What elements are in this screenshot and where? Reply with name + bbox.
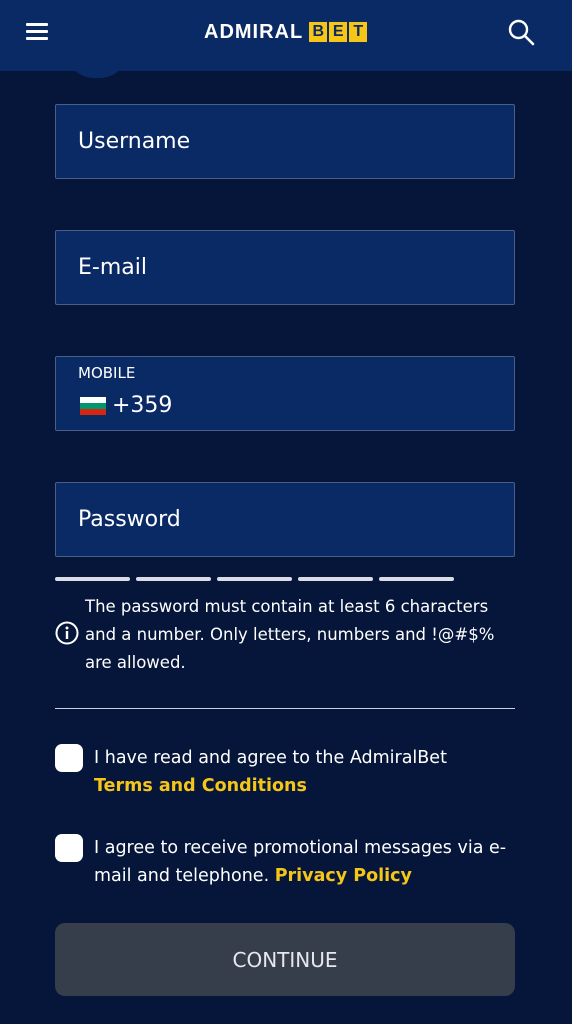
terms-text: I have read and agree to the AdmiralBet — [94, 748, 447, 768]
password-hint: The password must contain at least 6 cha… — [85, 597, 495, 672]
terms-checkbox[interactable] — [55, 744, 83, 772]
strength-segment — [379, 577, 454, 581]
header-tab-decoration — [66, 50, 128, 78]
promo-checkbox[interactable] — [55, 834, 83, 862]
email-field[interactable] — [55, 230, 515, 305]
bulgaria-flag-icon — [80, 396, 106, 415]
email-input[interactable] — [56, 231, 514, 304]
info-icon — [55, 621, 79, 645]
continue-button[interactable]: CONTINUE — [55, 923, 515, 996]
search-icon[interactable] — [507, 18, 535, 46]
privacy-link[interactable]: Privacy Policy — [275, 866, 412, 886]
password-strength-meter — [55, 577, 460, 581]
strength-segment — [55, 577, 130, 581]
hamburger-menu-icon[interactable] — [26, 21, 50, 41]
logo-text: ADMIRAL — [204, 20, 304, 43]
promo-consent-text: I agree to receive promotional messages … — [94, 834, 524, 890]
mobile-label: MOBILE — [78, 364, 136, 382]
mobile-prefix[interactable]: +359 — [80, 393, 172, 418]
terms-consent-text: I have read and agree to the AdmiralBet … — [94, 744, 524, 800]
username-input[interactable] — [56, 105, 514, 178]
logo-bet-letter: T — [349, 22, 368, 42]
strength-segment — [217, 577, 292, 581]
username-field[interactable] — [55, 104, 515, 179]
divider — [55, 708, 515, 709]
password-field[interactable] — [55, 482, 515, 557]
admiralbet-logo[interactable]: ADMIRAL B E T — [204, 20, 368, 44]
mobile-field[interactable]: MOBILE +359 — [55, 356, 515, 431]
logo-bet-letter: B — [309, 22, 328, 42]
logo-bet-letter: E — [329, 22, 348, 42]
terms-link[interactable]: Terms and Conditions — [94, 776, 307, 796]
strength-segment — [136, 577, 211, 581]
strength-segment — [298, 577, 373, 581]
logo-bet-badge: B E T — [307, 22, 368, 42]
password-input[interactable] — [56, 483, 514, 556]
mobile-country-code: +359 — [112, 393, 173, 418]
